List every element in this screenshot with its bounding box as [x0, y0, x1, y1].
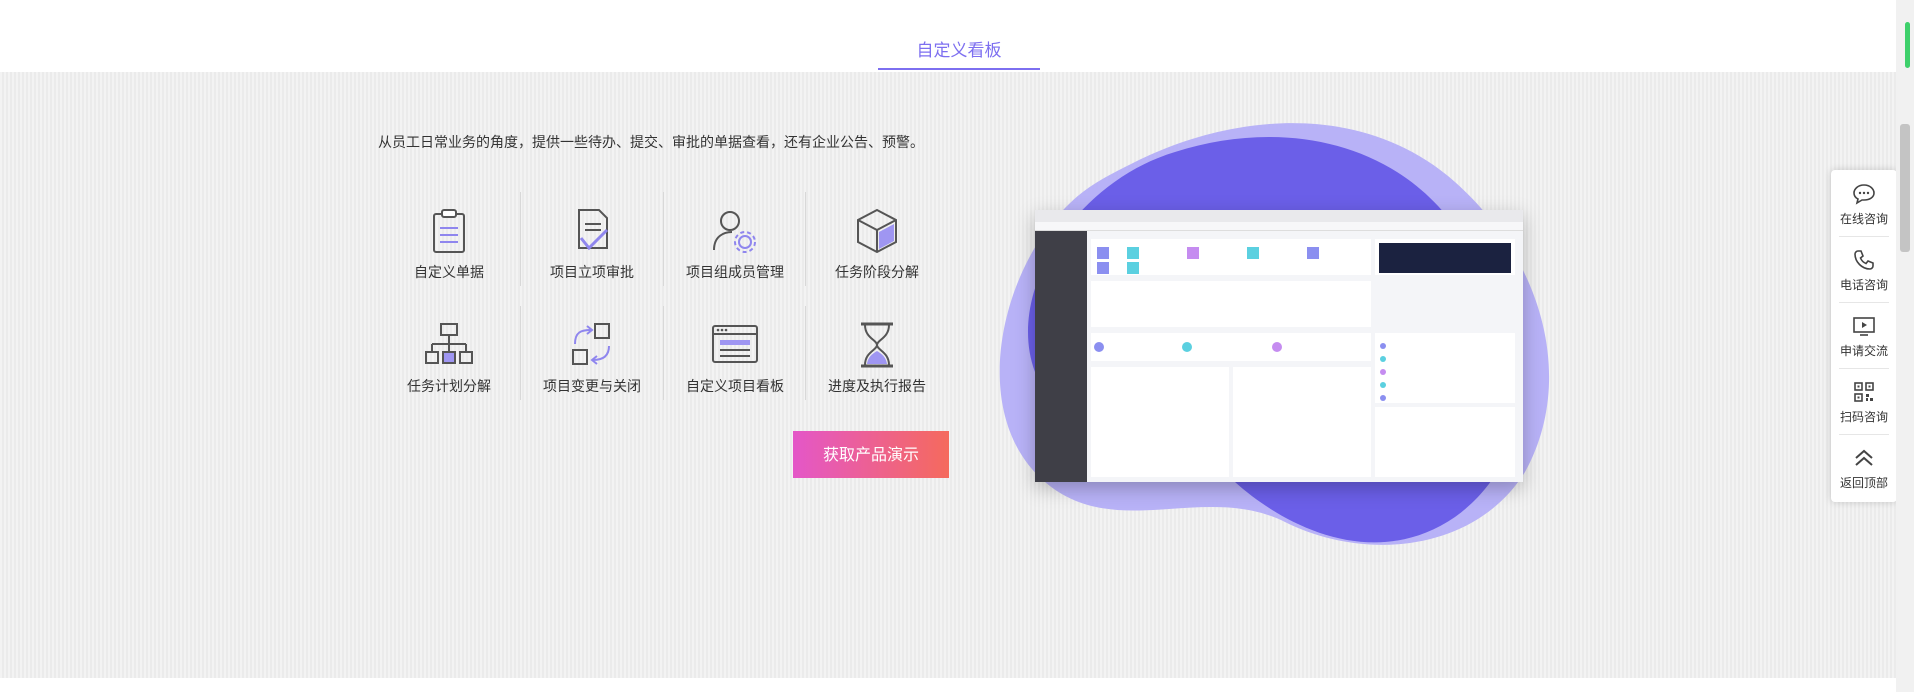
- feature-label: 项目组成员管理: [686, 265, 784, 281]
- scrollbar-thumb[interactable]: [1900, 124, 1910, 252]
- screenshot-url-bar: [1035, 222, 1523, 231]
- floating-panel-label: 电话咨询: [1839, 278, 1888, 292]
- feature-section: [0, 72, 1896, 678]
- feature-task-stage: 任务阶段分解: [806, 198, 948, 298]
- tab-custom-dashboard[interactable]: 自定义看板: [878, 36, 1040, 61]
- user-gear-icon: [713, 211, 756, 253]
- feature-label: 任务计划分解: [407, 379, 491, 395]
- feature-project-change: 项目变更与关闭: [521, 312, 663, 412]
- feature-label: 自定义单据: [414, 265, 484, 281]
- floating-panel-label: 扫码咨询: [1839, 410, 1888, 424]
- dashboard-window-icon: [712, 325, 758, 363]
- tab-active-underline: [878, 68, 1040, 70]
- feature-task-plan: 任务计划分解: [378, 312, 520, 412]
- feature-custom-board: 自定义项目看板: [664, 312, 806, 412]
- floating-contact-panel: 在线咨询 电话咨询 申请交流 扫码咨询 返回顶部: [1831, 170, 1897, 502]
- screenshot-browser-chrome: [1035, 210, 1523, 222]
- screenshot-content: [1091, 239, 1515, 477]
- floating-panel-label: 返回顶部: [1839, 476, 1888, 490]
- document-check-icon: [578, 209, 609, 251]
- hourglass-icon: [861, 322, 893, 368]
- feature-label: 任务阶段分解: [835, 265, 919, 281]
- org-chart-icon: [425, 323, 473, 364]
- feature-label: 项目立项审批: [550, 265, 634, 281]
- online-consult-button[interactable]: 在线咨询: [1831, 170, 1897, 236]
- feature-label: 自定义项目看板: [686, 379, 784, 395]
- feature-label: 项目变更与关闭: [543, 379, 641, 395]
- feature-member-management: 项目组成员管理: [664, 198, 806, 298]
- change-arrows-icon: [572, 323, 610, 365]
- phone-icon: [1854, 250, 1874, 270]
- feature-project-approval: 项目立项审批: [521, 198, 663, 298]
- clipboard-icon: [433, 209, 465, 253]
- feature-custom-documents: 自定义单据: [378, 198, 520, 298]
- top-tab-bar: 自定义看板: [0, 0, 1896, 72]
- floating-panel-label: 申请交流: [1839, 344, 1888, 358]
- apply-exchange-button[interactable]: 申请交流: [1831, 302, 1897, 368]
- bottom-strip: [0, 678, 1896, 692]
- chat-bubble-icon: [1853, 184, 1875, 205]
- back-to-top-button[interactable]: 返回顶部: [1831, 434, 1897, 500]
- floating-panel-label: 在线咨询: [1839, 212, 1888, 226]
- qr-code-icon: [1854, 382, 1874, 402]
- cube-icon: [857, 208, 897, 254]
- screenshot-main-area: [1087, 231, 1523, 482]
- play-screen-icon: [1853, 317, 1875, 336]
- product-screenshot: [1035, 210, 1523, 482]
- get-demo-button[interactable]: 获取产品演示: [793, 431, 949, 478]
- double-chevron-up-icon: [1855, 449, 1873, 466]
- feature-label: 进度及执行报告: [828, 379, 926, 395]
- feature-progress-report: 进度及执行报告: [806, 312, 948, 412]
- scroll-progress-indicator: [1905, 22, 1910, 68]
- screenshot-sidebar: [1035, 231, 1087, 482]
- section-intro-text: 从员工日常业务的角度，提供一些待办、提交、审批的单据查看，还有企业公告、预警。: [378, 135, 924, 151]
- scrollbar-track[interactable]: [1896, 0, 1914, 692]
- scan-consult-button[interactable]: 扫码咨询: [1831, 368, 1897, 434]
- phone-consult-button[interactable]: 电话咨询: [1831, 236, 1897, 302]
